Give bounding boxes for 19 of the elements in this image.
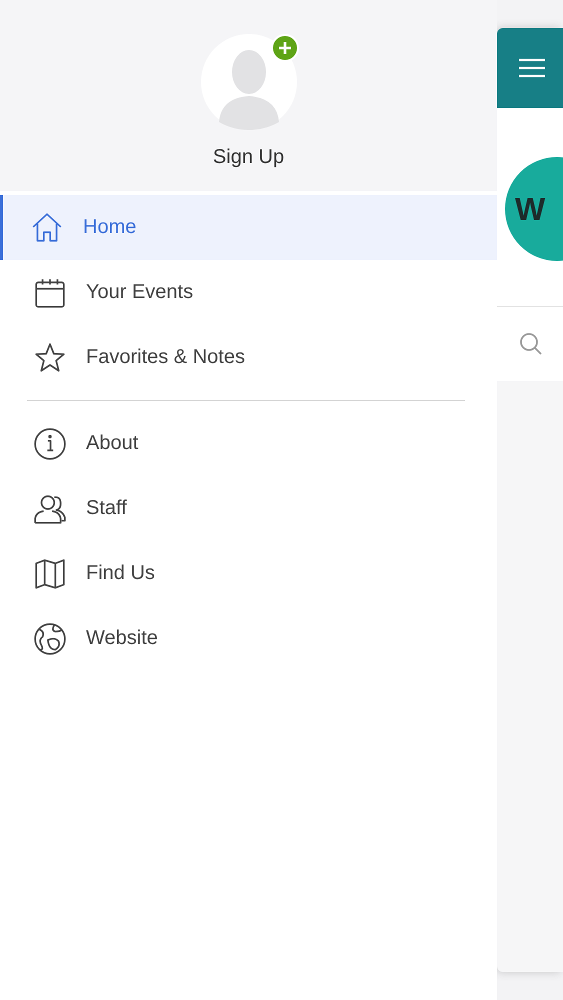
star-icon [33,340,67,374]
sign-up-link[interactable]: Sign Up [212,146,284,169]
menu-item[interactable]: Home [0,195,497,260]
menu-item[interactable]: About [0,411,497,476]
logo: W [505,157,563,261]
search-field[interactable] [497,307,563,381]
menu-item[interactable]: Website [0,606,497,671]
info-icon [33,426,67,460]
menu-item[interactable]: Your Events [0,260,497,325]
map-icon [33,556,67,590]
menu-item[interactable]: Staff [0,476,497,541]
search-icon [519,332,543,356]
globe-icon [33,622,67,656]
add-icon[interactable] [270,34,298,62]
menu-item[interactable]: Favorites & Notes [0,325,497,390]
menu-icon[interactable] [519,58,545,78]
avatar-silhouette-icon[interactable] [200,34,296,130]
menu-item[interactable]: Find Us [0,541,497,606]
home-icon [30,210,64,244]
